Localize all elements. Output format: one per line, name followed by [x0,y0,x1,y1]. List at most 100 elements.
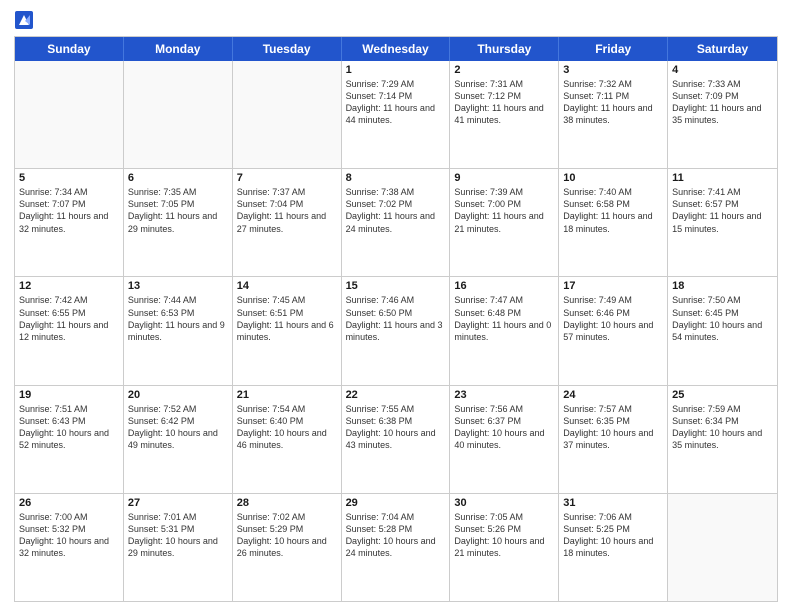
day-info: Sunrise: 7:39 AM Sunset: 7:00 PM Dayligh… [454,186,554,235]
day-number: 28 [237,497,337,509]
day-cell-28: 28 Sunrise: 7:02 AM Sunset: 5:29 PM Dayli… [233,494,342,601]
day-info: Sunrise: 7:50 AM Sunset: 6:45 PM Dayligh… [672,294,773,343]
day-info: Sunrise: 7:56 AM Sunset: 6:37 PM Dayligh… [454,403,554,452]
day-cell-31: 31 Sunrise: 7:06 AM Sunset: 5:25 PM Dayli… [559,494,668,601]
day-info: Sunrise: 7:40 AM Sunset: 6:58 PM Dayligh… [563,186,663,235]
day-cell-27: 27Sunrise: 7:01 AM Sunset: 5:31 PM Dayli… [124,494,233,601]
day-cell-25: 25Sunrise: 7:59 AM Sunset: 6:34 PM Dayli… [668,386,777,493]
day-number: 8 [346,172,446,184]
day-number: 22 [346,389,446,401]
day-info: Sunrise: 7:51 AM Sunset: 6:43 PM Dayligh… [19,403,119,452]
day-info: Sunrise: 7:42 AM Sunset: 6:55 PM Dayligh… [19,294,119,343]
day-info: Sunrise: 7:32 AM Sunset: 7:11 PM Dayligh… [563,78,663,127]
calendar-body: 1Sunrise: 7:29 AM Sunset: 7:14 PM Daylig… [15,61,777,601]
day-info: Sunrise: 7:45 AM Sunset: 6:51 PM Dayligh… [237,294,337,343]
day-info: Sunrise: 7:31 AM Sunset: 7:12 PM Dayligh… [454,78,554,127]
day-info: Sunrise: 7:02 AM Sunset: 5:29 PM Dayligh… [237,511,337,560]
calendar-row-1: 5Sunrise: 7:34 AM Sunset: 7:07 PM Daylig… [15,168,777,276]
day-cell-3: 3 Sunrise: 7:32 AM Sunset: 7:11 PM Daylig… [559,61,668,168]
header-cell-thursday: Thursday [450,37,559,61]
day-cell-19: 19 Sunrise: 7:51 AM Sunset: 6:43 PM Dayli… [15,386,124,493]
header-cell-friday: Friday [559,37,668,61]
header-cell-sunday: Sunday [15,37,124,61]
page: SundayMondayTuesdayWednesdayThursdayFrid… [0,0,792,612]
day-cell-7: 7 Sunrise: 7:37 AM Sunset: 7:04 PM Daylig… [233,169,342,276]
day-cell-24: 24 Sunrise: 7:57 AM Sunset: 6:35 PM Dayli… [559,386,668,493]
day-number: 16 [454,280,554,292]
day-number: 3 [563,64,663,76]
day-info: Sunrise: 7:52 AM Sunset: 6:42 PM Dayligh… [128,403,228,452]
day-number: 29 [346,497,446,509]
day-cell-1: 1Sunrise: 7:29 AM Sunset: 7:14 PM Daylig… [342,61,451,168]
day-number: 14 [237,280,337,292]
day-number: 24 [563,389,663,401]
day-info: Sunrise: 7:41 AM Sunset: 6:57 PM Dayligh… [672,186,773,235]
day-info: Sunrise: 7:44 AM Sunset: 6:53 PM Dayligh… [128,294,228,343]
day-number: 21 [237,389,337,401]
calendar: SundayMondayTuesdayWednesdayThursdayFrid… [14,36,778,602]
day-number: 13 [128,280,228,292]
empty-cell-4-6 [668,494,777,601]
day-cell-23: 23 Sunrise: 7:56 AM Sunset: 6:37 PM Dayli… [450,386,559,493]
day-cell-8: 8 Sunrise: 7:38 AM Sunset: 7:02 PM Daylig… [342,169,451,276]
day-number: 20 [128,389,228,401]
day-cell-13: 13 Sunrise: 7:44 AM Sunset: 6:53 PM Dayli… [124,277,233,384]
day-number: 17 [563,280,663,292]
day-number: 18 [672,280,773,292]
day-info: Sunrise: 7:05 AM Sunset: 5:26 PM Dayligh… [454,511,554,560]
day-number: 25 [672,389,773,401]
day-cell-4: 4Sunrise: 7:33 AM Sunset: 7:09 PM Daylig… [668,61,777,168]
day-info: Sunrise: 7:47 AM Sunset: 6:48 PM Dayligh… [454,294,554,343]
day-cell-2: 2 Sunrise: 7:31 AM Sunset: 7:12 PM Daylig… [450,61,559,168]
day-info: Sunrise: 7:49 AM Sunset: 6:46 PM Dayligh… [563,294,663,343]
calendar-row-0: 1Sunrise: 7:29 AM Sunset: 7:14 PM Daylig… [15,61,777,168]
day-info: Sunrise: 7:55 AM Sunset: 6:38 PM Dayligh… [346,403,446,452]
day-info: Sunrise: 7:06 AM Sunset: 5:25 PM Dayligh… [563,511,663,560]
day-info: Sunrise: 7:01 AM Sunset: 5:31 PM Dayligh… [128,511,228,560]
day-number: 23 [454,389,554,401]
day-cell-10: 10 Sunrise: 7:40 AM Sunset: 6:58 PM Dayli… [559,169,668,276]
calendar-row-3: 19 Sunrise: 7:51 AM Sunset: 6:43 PM Dayli… [15,385,777,493]
logo [14,10,36,30]
day-info: Sunrise: 7:38 AM Sunset: 7:02 PM Dayligh… [346,186,446,235]
empty-cell-0-2 [233,61,342,168]
day-number: 1 [346,64,446,76]
day-info: Sunrise: 7:04 AM Sunset: 5:28 PM Dayligh… [346,511,446,560]
day-number: 2 [454,64,554,76]
day-number: 4 [672,64,773,76]
day-number: 30 [454,497,554,509]
header-cell-monday: Monday [124,37,233,61]
day-info: Sunrise: 7:34 AM Sunset: 7:07 PM Dayligh… [19,186,119,235]
day-number: 11 [672,172,773,184]
day-cell-18: 18 Sunrise: 7:50 AM Sunset: 6:45 PM Dayli… [668,277,777,384]
day-number: 31 [563,497,663,509]
day-cell-22: 22 Sunrise: 7:55 AM Sunset: 6:38 PM Dayli… [342,386,451,493]
header-cell-saturday: Saturday [668,37,777,61]
empty-cell-0-0 [15,61,124,168]
header [14,10,778,30]
logo-icon [14,10,34,30]
day-cell-30: 30 Sunrise: 7:05 AM Sunset: 5:26 PM Dayli… [450,494,559,601]
day-number: 6 [128,172,228,184]
day-info: Sunrise: 7:54 AM Sunset: 6:40 PM Dayligh… [237,403,337,452]
day-number: 15 [346,280,446,292]
calendar-header: SundayMondayTuesdayWednesdayThursdayFrid… [15,37,777,61]
day-cell-21: 21 Sunrise: 7:54 AM Sunset: 6:40 PM Dayli… [233,386,342,493]
day-info: Sunrise: 7:35 AM Sunset: 7:05 PM Dayligh… [128,186,228,235]
day-cell-26: 26Sunrise: 7:00 AM Sunset: 5:32 PM Dayli… [15,494,124,601]
day-cell-29: 29 Sunrise: 7:04 AM Sunset: 5:28 PM Dayli… [342,494,451,601]
day-number: 10 [563,172,663,184]
day-number: 19 [19,389,119,401]
header-cell-wednesday: Wednesday [342,37,451,61]
day-number: 7 [237,172,337,184]
day-info: Sunrise: 7:46 AM Sunset: 6:50 PM Dayligh… [346,294,446,343]
day-number: 12 [19,280,119,292]
day-info: Sunrise: 7:57 AM Sunset: 6:35 PM Dayligh… [563,403,663,452]
calendar-row-4: 26Sunrise: 7:00 AM Sunset: 5:32 PM Dayli… [15,493,777,601]
day-cell-14: 14 Sunrise: 7:45 AM Sunset: 6:51 PM Dayli… [233,277,342,384]
empty-cell-0-1 [124,61,233,168]
header-cell-tuesday: Tuesday [233,37,342,61]
day-cell-12: 12 Sunrise: 7:42 AM Sunset: 6:55 PM Dayli… [15,277,124,384]
day-info: Sunrise: 7:37 AM Sunset: 7:04 PM Dayligh… [237,186,337,235]
day-cell-20: 20 Sunrise: 7:52 AM Sunset: 6:42 PM Dayli… [124,386,233,493]
